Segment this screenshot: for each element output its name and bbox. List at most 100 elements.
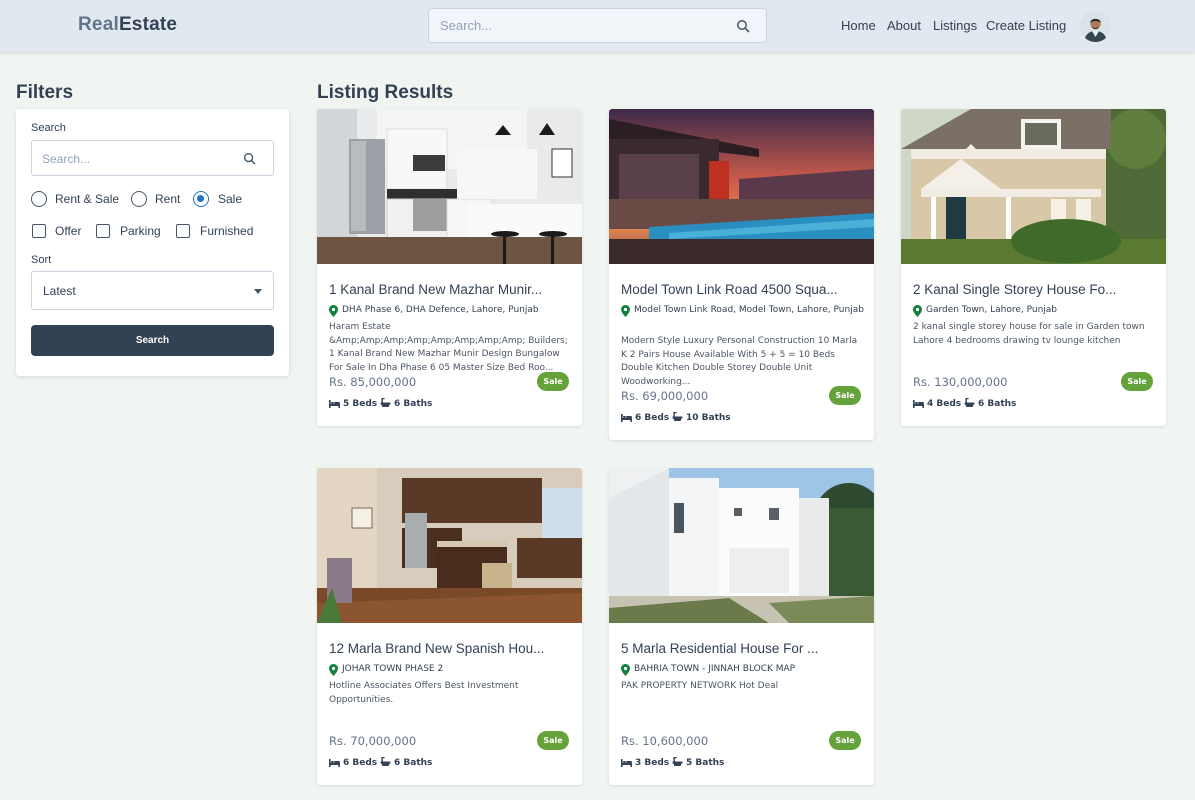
listing-card[interactable]: 5 Marla Residential House For ... BAHRIA… bbox=[609, 468, 874, 785]
listing-card[interactable]: 2 Kanal Single Storey House Fo... Garden… bbox=[901, 109, 1166, 426]
sort-select[interactable]: Latest bbox=[31, 271, 274, 310]
bath-icon bbox=[964, 398, 975, 407]
listing-baths: 5 Baths bbox=[686, 758, 725, 768]
listing-beds: 5 Beds bbox=[343, 399, 378, 409]
bath-icon bbox=[380, 757, 391, 766]
listing-description: Hotline Associates Offers Best Investmen… bbox=[329, 681, 519, 705]
map-pin-icon bbox=[913, 305, 922, 317]
header-search-placeholder: Search... bbox=[440, 18, 493, 33]
filters-panel: Search Search... Rent & Sale Rent Sale O… bbox=[16, 109, 289, 376]
nav-listings[interactable]: Listings bbox=[933, 18, 977, 33]
checkbox-furnished[interactable] bbox=[176, 224, 190, 238]
radio-label-rent: Rent bbox=[155, 192, 181, 206]
listing-location: DHA Phase 6, DHA Defence, Lahore, Punjab bbox=[329, 304, 572, 317]
filter-search-placeholder: Search... bbox=[42, 152, 91, 166]
nav-about[interactable]: About bbox=[887, 18, 921, 33]
listing-card[interactable]: 1 Kanal Brand New Mazhar Munir... DHA Ph… bbox=[317, 109, 582, 426]
listing-title[interactable]: Model Town Link Road 4500 Squa... bbox=[621, 282, 864, 297]
radio-sale[interactable] bbox=[193, 191, 209, 207]
listing-card[interactable]: Model Town Link Road 4500 Squa... Model … bbox=[609, 109, 874, 440]
radio-rent[interactable] bbox=[131, 191, 147, 207]
bath-icon bbox=[380, 398, 391, 407]
listing-price: Rs. 85,000,000 bbox=[329, 375, 417, 389]
checkbox-label-parking: Parking bbox=[120, 224, 161, 238]
status-badge: Sale bbox=[537, 372, 569, 391]
listing-location: BAHRIA TOWN - JINNAH BLOCK MAP bbox=[621, 663, 864, 676]
listing-baths: 6 Baths bbox=[394, 758, 433, 768]
logo-part-real: Real bbox=[78, 14, 119, 35]
bed-icon bbox=[329, 400, 340, 408]
bath-icon bbox=[672, 757, 683, 766]
listing-description: PAK PROPERTY NETWORK Hot Deal bbox=[621, 681, 779, 691]
listing-title[interactable]: 1 Kanal Brand New Mazhar Munir... bbox=[329, 282, 572, 297]
status-badge: Sale bbox=[829, 731, 861, 750]
map-pin-icon bbox=[329, 664, 338, 676]
listing-description: Modern Style Luxury Personal Constructio… bbox=[621, 336, 858, 387]
listing-image[interactable] bbox=[317, 109, 582, 264]
listing-image[interactable] bbox=[609, 468, 874, 623]
listing-image[interactable] bbox=[901, 109, 1166, 264]
header-search-input[interactable]: Search... bbox=[428, 8, 767, 43]
map-pin-icon bbox=[329, 305, 338, 317]
status-badge: Sale bbox=[829, 386, 861, 405]
status-badge: Sale bbox=[537, 731, 569, 750]
sort-select-value: Latest bbox=[43, 284, 76, 298]
filter-search-input[interactable]: Search... bbox=[31, 140, 274, 176]
listing-beds: 6 Beds bbox=[635, 413, 670, 423]
search-label: Search bbox=[31, 122, 66, 134]
search-button[interactable]: Search bbox=[31, 325, 274, 356]
radio-label-sale: Sale bbox=[218, 192, 243, 206]
listing-baths: 6 Baths bbox=[394, 399, 433, 409]
listing-price: Rs. 130,000,000 bbox=[913, 375, 1008, 389]
listing-description: 2 kanal single storey house for sale in … bbox=[913, 322, 1145, 346]
listing-location: Model Town Link Road, Model Town, Lahore… bbox=[621, 304, 864, 317]
listing-location-text: JOHAR TOWN PHASE 2 bbox=[342, 664, 444, 674]
listing-beds: 3 Beds bbox=[635, 758, 670, 768]
search-icon[interactable] bbox=[736, 19, 750, 33]
search-icon[interactable] bbox=[243, 152, 256, 165]
listing-image[interactable] bbox=[317, 468, 582, 623]
listing-location: JOHAR TOWN PHASE 2 bbox=[329, 663, 572, 676]
listing-beds: 6 Beds bbox=[343, 758, 378, 768]
radio-rent-and-sale[interactable] bbox=[31, 191, 47, 207]
listing-title[interactable]: 2 Kanal Single Storey House Fo... bbox=[913, 282, 1156, 297]
site-logo[interactable]: RealEstate bbox=[78, 14, 177, 36]
map-pin-icon bbox=[621, 664, 630, 676]
checkbox-label-furnished: Furnished bbox=[200, 224, 254, 238]
listing-location-text: DHA Phase 6, DHA Defence, Lahore, Punjab bbox=[342, 305, 539, 315]
checkbox-label-offer: Offer bbox=[55, 224, 82, 238]
user-avatar[interactable] bbox=[1080, 11, 1111, 42]
listing-baths: 6 Baths bbox=[978, 399, 1017, 409]
listing-description: Haram Estate &Amp;Amp;Amp;Amp;Amp;Amp;Am… bbox=[329, 322, 568, 373]
bed-icon bbox=[621, 759, 632, 767]
bed-icon bbox=[621, 414, 632, 422]
nav-create-listing[interactable]: Create Listing bbox=[986, 18, 1066, 33]
listing-price: Rs. 69,000,000 bbox=[621, 389, 709, 403]
listing-location-text: Model Town Link Road, Model Town, Lahore… bbox=[634, 305, 864, 315]
bed-icon bbox=[913, 400, 924, 408]
listing-title[interactable]: 5 Marla Residential House For ... bbox=[621, 641, 864, 656]
chevron-down-icon bbox=[254, 289, 262, 294]
listing-card[interactable]: 12 Marla Brand New Spanish Hou... JOHAR … bbox=[317, 468, 582, 785]
checkbox-parking[interactable] bbox=[96, 224, 110, 238]
sort-label: Sort bbox=[31, 254, 52, 266]
map-pin-icon bbox=[621, 305, 630, 317]
bath-icon bbox=[672, 412, 683, 421]
listing-location-text: Garden Town, Lahore, Punjab bbox=[926, 305, 1058, 315]
listing-price: Rs. 70,000,000 bbox=[329, 734, 417, 748]
listing-location: Garden Town, Lahore, Punjab bbox=[913, 304, 1156, 317]
listing-title[interactable]: 12 Marla Brand New Spanish Hou... bbox=[329, 641, 572, 656]
nav-home[interactable]: Home bbox=[841, 18, 876, 33]
checkbox-offer[interactable] bbox=[32, 224, 46, 238]
filters-heading: Filters bbox=[16, 82, 74, 103]
listing-baths: 10 Baths bbox=[686, 413, 731, 423]
listing-location-text: BAHRIA TOWN - JINNAH BLOCK MAP bbox=[634, 664, 796, 674]
top-header: RealEstate Search... Home About Listings… bbox=[0, 0, 1195, 52]
listing-image[interactable] bbox=[609, 109, 874, 264]
bed-icon bbox=[329, 759, 340, 767]
listing-beds: 4 Beds bbox=[927, 399, 962, 409]
radio-label-rent-and-sale: Rent & Sale bbox=[55, 192, 120, 206]
logo-part-estate: Estate bbox=[118, 14, 178, 35]
results-heading: Listing Results bbox=[317, 82, 454, 103]
listing-price: Rs. 10,600,000 bbox=[621, 734, 709, 748]
